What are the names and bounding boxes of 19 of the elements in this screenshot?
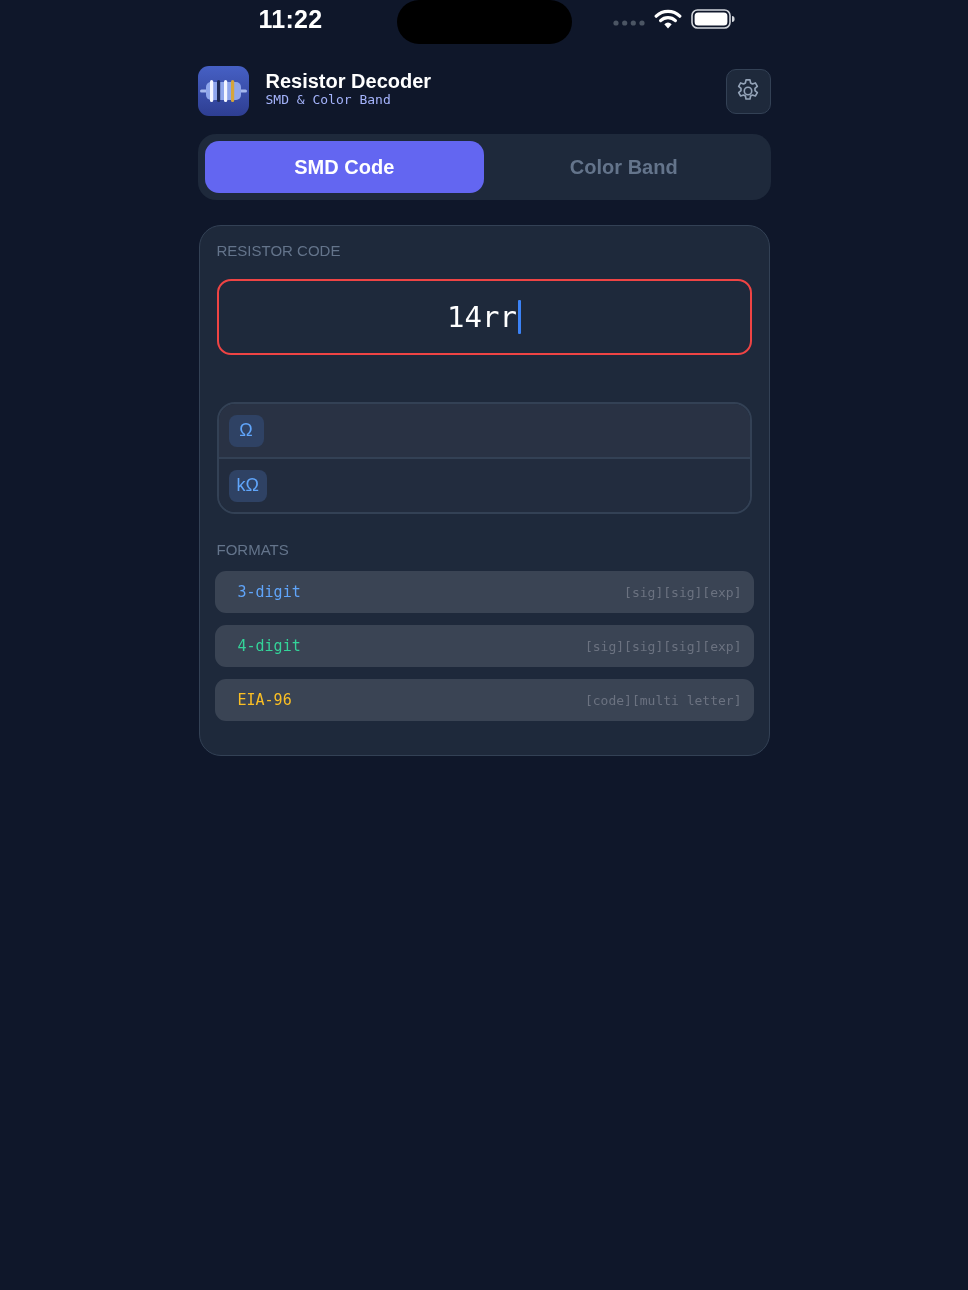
format-name: EIA-96 [237, 691, 292, 709]
section-label: FORMATS [216, 540, 290, 560]
wifi-icon [653, 9, 682, 29]
format-name: 4-digit [237, 637, 301, 655]
battery-icon [690, 9, 735, 29]
app-title: Resistor Decoder [265, 69, 433, 92]
status-time: 11:22 [258, 4, 323, 34]
unit-tag: Ω [228, 414, 264, 447]
settings-button[interactable] [725, 68, 771, 114]
text-cursor-icon [517, 300, 521, 334]
unit-tag: kΩ [228, 469, 267, 502]
section-label: RESISTOR CODE [216, 241, 342, 261]
signal-dots-icon [612, 20, 645, 26]
tab[interactable]: SMD Code [204, 141, 484, 193]
format-name: 3-digit [237, 583, 301, 601]
app-subtitle: SMD & Color Band [265, 91, 392, 107]
code-input-field[interactable]: 14rr [216, 279, 752, 355]
tab[interactable]: Color Band [484, 141, 764, 193]
app-icon [197, 66, 249, 116]
